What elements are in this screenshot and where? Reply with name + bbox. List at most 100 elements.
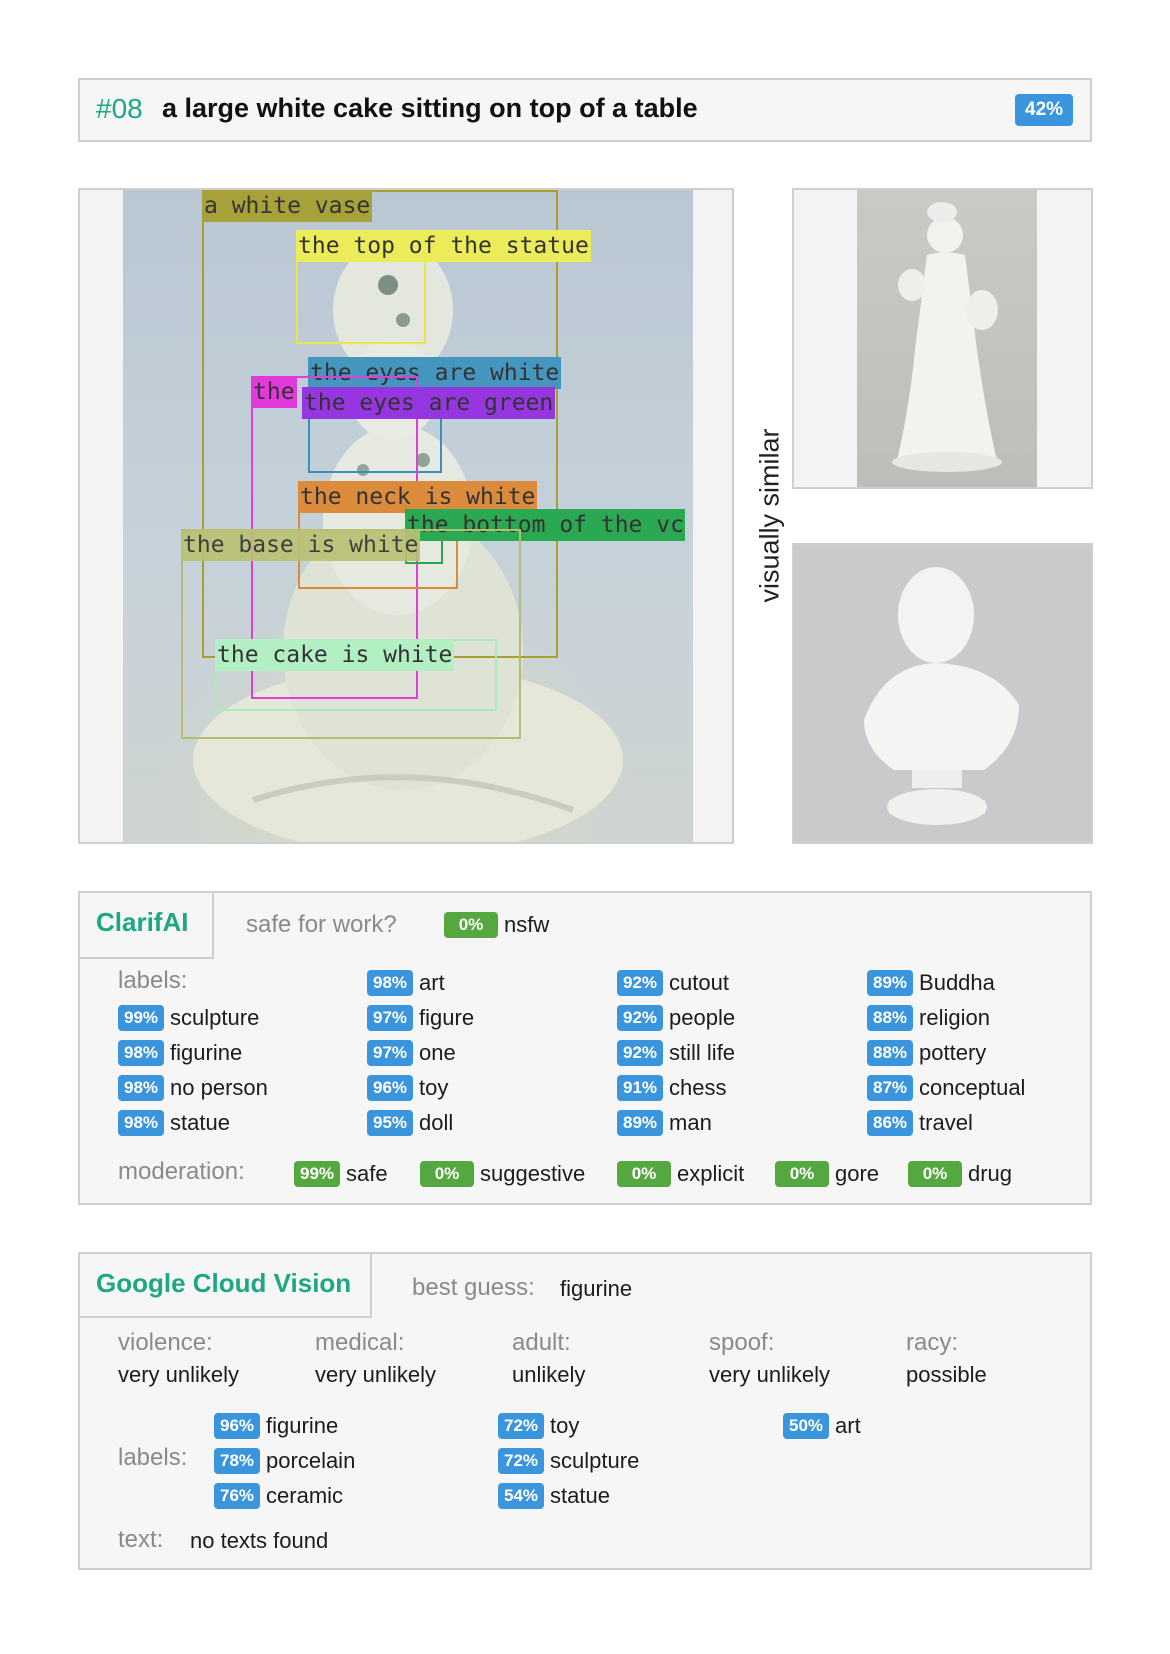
nsfw-text: nsfw bbox=[504, 912, 550, 937]
caption-index: #08 bbox=[96, 93, 143, 124]
caption-score-badge: 42% bbox=[1015, 94, 1074, 126]
clarifai-label: 92% still life bbox=[617, 1040, 735, 1066]
geisha-figurine-illustration bbox=[892, 202, 1002, 472]
clarifai-label: 97% figure bbox=[367, 1005, 474, 1031]
clarifai-label: 96% toy bbox=[367, 1075, 448, 1101]
moderation-badge: 0% bbox=[775, 1161, 829, 1187]
gcv-label: 72% sculpture bbox=[498, 1448, 639, 1474]
gcv-label: 96% figurine bbox=[214, 1413, 338, 1439]
clarifai-label: 98% no person bbox=[118, 1075, 268, 1101]
gcv-text-label: text: bbox=[118, 1526, 164, 1553]
gcv-text-value: no texts found bbox=[190, 1528, 329, 1553]
clarifai-label-badge: 92% bbox=[617, 970, 664, 996]
visually-similar-label: visually similar bbox=[754, 428, 785, 603]
moderation-name: drug bbox=[968, 1161, 1013, 1186]
moderation-item-drug: 0% drug bbox=[908, 1161, 1012, 1187]
gcv-label-name: toy bbox=[550, 1413, 580, 1438]
gcv-label-name: porcelain bbox=[266, 1448, 356, 1473]
clarifai-label-name: Buddha bbox=[919, 970, 995, 995]
similar-image-1[interactable] bbox=[792, 188, 1093, 489]
clarifai-label-badge: 97% bbox=[367, 1005, 414, 1031]
clarifai-title: ClarifAI bbox=[96, 907, 189, 937]
clarifai-label: 92% cutout bbox=[617, 970, 729, 996]
safe-racy-value: possible bbox=[906, 1362, 987, 1387]
gcv-label-badge: 96% bbox=[214, 1413, 261, 1439]
clarifai-label-name: figurine bbox=[170, 1040, 243, 1065]
clarifai-label-name: still life bbox=[669, 1040, 736, 1065]
clarifai-label: 92% people bbox=[617, 1005, 735, 1031]
moderation-item-safe: 99% safe bbox=[294, 1161, 388, 1187]
clarifai-label: 88% pottery bbox=[867, 1040, 986, 1066]
clarifai-label-badge: 95% bbox=[367, 1110, 414, 1136]
gcv-label: 78% porcelain bbox=[214, 1448, 355, 1474]
caption-header: #08 a large white cake sitting on top of… bbox=[78, 78, 1092, 142]
gcv-label-name: statue bbox=[550, 1483, 610, 1508]
moderation-badge: 99% bbox=[294, 1161, 341, 1187]
clarifai-label: 99% sculpture bbox=[118, 1005, 259, 1031]
bbox-label-base-white: the base is white bbox=[181, 529, 421, 561]
gcv-label-name: ceramic bbox=[266, 1483, 344, 1508]
bust-illustration bbox=[864, 567, 1019, 825]
safe-medical-label: medical: bbox=[315, 1329, 405, 1356]
clarifai-label-badge: 88% bbox=[867, 1005, 914, 1031]
gcv-label-badge: 72% bbox=[498, 1448, 545, 1474]
safe-violence-value: very unlikely bbox=[118, 1362, 240, 1387]
safe-adult-label: adult: bbox=[512, 1329, 571, 1356]
clarifai-label-badge: 92% bbox=[617, 1005, 664, 1031]
safe-spoof-label: spoof: bbox=[709, 1329, 775, 1356]
clarifai-label-name: sculpture bbox=[170, 1005, 260, 1030]
gcv-panel: Google Cloud Vision best guess: figurine… bbox=[78, 1252, 1092, 1570]
clarifai-label: 97% one bbox=[367, 1040, 456, 1066]
moderation-name: safe bbox=[346, 1161, 388, 1186]
bbox-label-the: the bbox=[251, 376, 297, 408]
clarifai-label: 87% conceptual bbox=[867, 1075, 1025, 1101]
nsfw-badge: 0% bbox=[444, 912, 498, 938]
clarifai-label-name: conceptual bbox=[919, 1075, 1026, 1100]
clarifai-label-badge: 88% bbox=[867, 1040, 914, 1066]
gcv-label: 76% ceramic bbox=[214, 1483, 343, 1509]
clarifai-label-badge: 96% bbox=[367, 1075, 414, 1101]
clarifai-label-badge: 98% bbox=[118, 1040, 165, 1066]
clarifai-label: 89% man bbox=[617, 1110, 712, 1136]
gcv-tab[interactable]: Google Cloud Vision bbox=[80, 1254, 372, 1318]
clarifai-label-badge: 98% bbox=[118, 1110, 165, 1136]
clarifai-label-badge: 86% bbox=[867, 1110, 914, 1136]
gcv-label-badge: 54% bbox=[498, 1483, 545, 1509]
clarifai-label: 91% chess bbox=[617, 1075, 727, 1101]
safe-racy-label: racy: bbox=[906, 1329, 959, 1356]
clarifai-label-name: one bbox=[419, 1040, 456, 1065]
clarifai-label-name: doll bbox=[419, 1110, 454, 1135]
best-guess-value: figurine bbox=[560, 1276, 633, 1301]
bbox-label-eyes-green: the eyes are green bbox=[302, 387, 556, 419]
caption-text: a large white cake sitting on top of a t… bbox=[162, 93, 698, 123]
moderation-item-gore: 0% gore bbox=[775, 1161, 879, 1187]
similar-image-2[interactable] bbox=[792, 543, 1093, 844]
gcv-label-badge: 76% bbox=[214, 1483, 261, 1509]
clarifai-label-name: statue bbox=[170, 1110, 230, 1135]
clarifai-label: 89% Buddha bbox=[867, 970, 995, 996]
clarifai-tab[interactable]: ClarifAI bbox=[80, 893, 214, 959]
clarifai-label: 98% figurine bbox=[118, 1040, 242, 1066]
clarifai-label-name: chess bbox=[669, 1075, 727, 1100]
clarifai-label-badge: 89% bbox=[617, 1110, 664, 1136]
clarifai-label-name: travel bbox=[919, 1110, 973, 1135]
sfw-label: safe for work? bbox=[246, 911, 397, 938]
gcv-label-badge: 50% bbox=[783, 1413, 830, 1439]
moderation-badge: 0% bbox=[617, 1161, 671, 1187]
similar-image-1-photo bbox=[857, 190, 1037, 487]
clarifai-label-badge: 98% bbox=[367, 970, 414, 996]
moderation-badge: 0% bbox=[420, 1161, 474, 1187]
gcv-label-name: sculpture bbox=[550, 1448, 640, 1473]
gcv-label: 50% art bbox=[783, 1413, 861, 1439]
clarifai-label-badge: 98% bbox=[118, 1075, 165, 1101]
clarifai-label-badge: 91% bbox=[617, 1075, 664, 1101]
clarifai-panel: ClarifAI safe for work? 0% nsfw labels: … bbox=[78, 891, 1092, 1205]
best-guess-label: best guess: bbox=[412, 1274, 535, 1301]
gcv-label-name: art bbox=[835, 1413, 861, 1438]
clarifai-label-badge: 97% bbox=[367, 1040, 414, 1066]
bbox-label-cake-white: the cake is white bbox=[215, 639, 455, 671]
main-image-panel: a white vase the top of the statue the e… bbox=[78, 188, 734, 844]
clarifai-label-name: toy bbox=[419, 1075, 449, 1100]
moderation-item-explicit: 0% explicit bbox=[617, 1161, 744, 1187]
clarifai-label-name: man bbox=[669, 1110, 712, 1135]
